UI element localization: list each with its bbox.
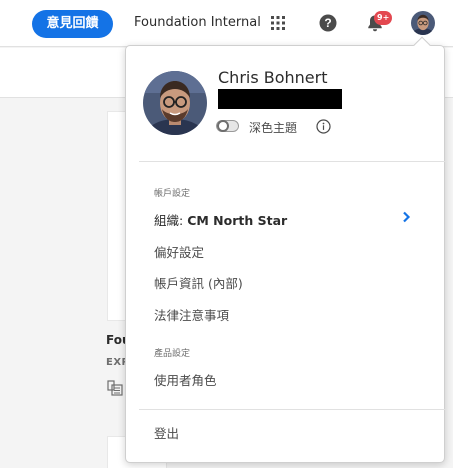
user-roles-menu-item[interactable]: 使用者角色: [154, 370, 217, 389]
feedback-button[interactable]: 意見回饋: [32, 10, 113, 38]
org-prefix: 組織:: [154, 213, 188, 228]
dark-theme-label: 深色主題: [249, 121, 298, 135]
sign-out-button[interactable]: 登出: [154, 423, 179, 442]
help-icon[interactable]: ?: [319, 14, 337, 32]
info-icon[interactable]: [316, 119, 331, 134]
top-bar: 意見回饋 Foundation Internal ? 9+: [0, 0, 453, 47]
legal-notices-menu-item[interactable]: 法律注意事項: [154, 305, 229, 324]
org-menu-item[interactable]: 組織: CM North Star: [154, 210, 287, 229]
preferences-menu-item[interactable]: 偏好設定: [154, 242, 204, 261]
org-value: CM North Star: [187, 213, 288, 228]
user-name: Chris Bohnert: [218, 68, 328, 87]
divider: [139, 409, 446, 410]
product-icon: [107, 380, 123, 396]
profile-avatar: [143, 71, 207, 135]
product-section-label: 產品設定: [154, 349, 191, 359]
dark-theme-toggle[interactable]: [216, 120, 239, 132]
apps-grid-icon[interactable]: [270, 15, 286, 31]
redacted-email: [218, 89, 342, 109]
account-section-label: 帳戶設定: [154, 189, 191, 199]
toggle-knob: [217, 120, 229, 132]
account-info-menu-item[interactable]: 帳戶資訊 (內部): [154, 273, 243, 292]
divider: [139, 161, 446, 162]
svg-text:?: ?: [324, 16, 331, 30]
org-switcher[interactable]: Foundation Internal: [134, 15, 261, 30]
chevron-right-icon[interactable]: [401, 211, 411, 223]
notification-badge: 9+: [374, 11, 393, 25]
avatar[interactable]: [411, 11, 435, 35]
